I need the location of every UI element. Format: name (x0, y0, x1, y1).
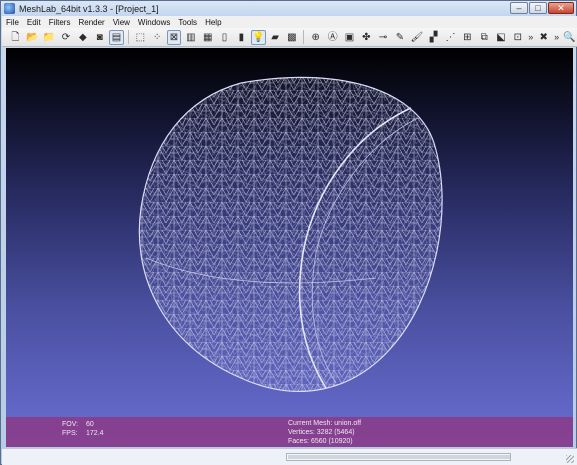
vertices-text: Vertices: 3282 (5464) (288, 429, 355, 436)
export-mesh-icon[interactable]: ◆ (75, 30, 90, 45)
layers-icon[interactable]: ▤ (109, 29, 124, 45)
meshlab-logo-icon (4, 3, 15, 14)
color-icon[interactable]: ▰ (268, 30, 283, 45)
toolbar-overflow-button[interactable]: » (527, 32, 534, 42)
delete-icon[interactable]: ✖ (536, 30, 551, 45)
menu-windows[interactable]: Windows (138, 18, 170, 27)
menu-view[interactable]: View (113, 18, 130, 27)
pickpoints-icon[interactable]: ⊡ (510, 30, 525, 45)
fps-label: FPS: (62, 430, 78, 437)
hidden-lines-icon[interactable]: ▥ (183, 30, 198, 45)
menu-tools[interactable]: Tools (178, 18, 197, 27)
paint-icon[interactable]: ✎ (393, 30, 408, 45)
fov-value: 60 (86, 421, 94, 428)
menu-file[interactable]: File (6, 18, 19, 27)
status-bar (2, 448, 577, 465)
fov-label: FOV: (62, 421, 79, 428)
toolbar-separator (127, 30, 129, 44)
window-title: MeshLab_64bit v1.3.3 - [Project_1] (19, 3, 159, 14)
select-vertices-icon[interactable]: ⋰ (443, 30, 458, 45)
align-icon[interactable]: ✤ (359, 30, 374, 45)
resize-grip-icon[interactable] (566, 455, 574, 463)
mesh-info: Current Mesh: union.off Vertices: 3282 (… (288, 419, 361, 446)
current-mesh-text: Current Mesh: union.off (288, 420, 362, 427)
view-info: FOV: 60 FPS: 172.4 (62, 420, 104, 438)
bbox-icon[interactable]: ⬚ (133, 30, 148, 45)
z-paint-icon[interactable]: ▞ (426, 30, 441, 45)
new-project-icon[interactable]: 🗋 (8, 30, 23, 45)
open-project-icon[interactable]: 📂 (25, 30, 40, 45)
reload-icon[interactable]: ⟳ (59, 30, 74, 45)
points-icon[interactable]: ⁘ (150, 30, 165, 45)
wireframe-icon[interactable]: ⊠ (166, 29, 182, 45)
light-bulb-icon[interactable]: 💡 (250, 29, 266, 45)
faces-text: Faces: 6560 (10920) (288, 438, 353, 445)
menu-render[interactable]: Render (78, 18, 104, 27)
menu-help[interactable]: Help (205, 18, 221, 27)
menu-edit[interactable]: Edit (27, 18, 41, 27)
3d-viewport[interactable]: FOV: 60 FPS: 172.4 Current Mesh: union.o… (6, 48, 573, 447)
fps-value: 172.4 (86, 430, 104, 437)
scrollbar-thumb[interactable] (288, 455, 510, 459)
minimize-button[interactable]: – (510, 2, 528, 14)
texture-icon[interactable]: ▩ (284, 30, 299, 45)
import-mesh-icon[interactable]: 📁 (42, 30, 57, 45)
annotation-icon[interactable]: Ⓐ (325, 30, 340, 45)
mesh-info-bar: FOV: 60 FPS: 172.4 Current Mesh: union.o… (6, 417, 573, 447)
maximize-button[interactable]: □ (529, 2, 547, 14)
measure-icon[interactable]: ⊸ (376, 30, 391, 45)
title-bar[interactable]: MeshLab_64bit v1.3.3 - [Project_1] – □ ✕ (1, 1, 576, 16)
snapshot-icon[interactable]: ◙ (92, 30, 107, 45)
toolbar-separator (303, 30, 305, 44)
brush-icon[interactable]: 🖌 (409, 30, 424, 45)
flat-icon[interactable]: ▯ (217, 30, 232, 45)
wireframe-mesh (138, 76, 443, 392)
close-button[interactable]: ✕ (548, 2, 574, 14)
search-icon[interactable]: 🔍 (562, 30, 577, 45)
toolbar-overflow-button-2[interactable]: » (553, 32, 560, 42)
edit-icon[interactable]: ⊞ (460, 30, 475, 45)
smooth-icon[interactable]: ▮ (234, 30, 249, 45)
horizontal-scrollbar[interactable] (286, 453, 511, 461)
flat-lines-icon[interactable]: ▦ (200, 30, 215, 45)
raster-icon[interactable]: ▣ (342, 30, 357, 45)
app-window: MeshLab_64bit v1.3.3 - [Project_1] – □ ✕… (0, 0, 577, 465)
menu-filters[interactable]: Filters (49, 18, 71, 27)
menu-bar: File Edit Filters Render View Windows To… (2, 16, 577, 28)
rainbow-icon[interactable]: ⬕ (494, 30, 509, 45)
main-toolbar: 🗋 📂 📁 ⟳ ◆ ◙ ▤ ⬚ ⁘ ⊠ ▥ ▦ ▯ ▮ 💡 ▰ ▩ ⊕ Ⓐ ▣ … (2, 28, 577, 47)
select-faces-icon[interactable]: ⊕ (308, 30, 323, 45)
manipulator-icon[interactable]: ⧉ (477, 30, 492, 45)
